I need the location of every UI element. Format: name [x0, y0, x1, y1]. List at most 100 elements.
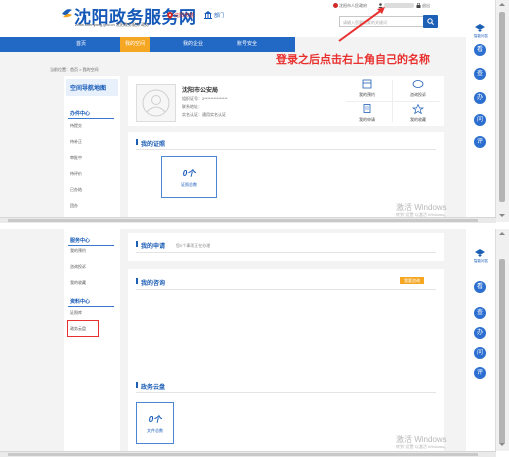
divider	[136, 392, 436, 393]
avatar	[136, 84, 176, 122]
section-marker	[136, 139, 138, 145]
rail-handle-button[interactable]: 办	[474, 327, 486, 339]
building-icon	[204, 11, 212, 19]
rail-look-button[interactable]: 看	[474, 44, 486, 56]
certificates-count: 0个	[182, 169, 196, 178]
certificates-title: 我的证照	[141, 142, 166, 148]
rail-rate-button[interactable]: 评	[474, 367, 486, 379]
ask-question-button[interactable]: 我要咨询	[400, 277, 424, 284]
cloud-disk-title: 政务云盘	[141, 385, 166, 391]
divider	[346, 101, 440, 102]
quick-my-applications[interactable]: 我的申请	[349, 117, 385, 123]
divider	[136, 149, 436, 150]
chat-bot-icon	[475, 249, 485, 257]
location-selector[interactable]: 沈阳市辖	[174, 12, 194, 19]
chat-icon	[412, 80, 424, 88]
rail-handle-button[interactable]: 办	[474, 92, 486, 104]
search-icon	[427, 18, 434, 25]
chat-bot-icon	[475, 24, 485, 32]
section-marker	[136, 278, 138, 284]
logout-link[interactable]: 退出	[422, 3, 430, 9]
bottom-screenshot-panel: 服务中心 我的预约 咨询投诉 我的收藏 资料中心 证照库 政务云盘 我的申请 您…	[0, 229, 496, 451]
quick-actions: 我的预约 咨询投诉 我的申请 我的收藏	[342, 76, 444, 126]
section-marker	[136, 241, 138, 247]
rail-ask-button[interactable]: 问	[474, 114, 486, 126]
sidebar-item-pending-correction[interactable]: 待补正	[70, 139, 82, 145]
calendar-icon	[362, 79, 372, 89]
applications-section: 我的申请 您0个事项正在办理	[128, 233, 444, 261]
breadcrumb: 当前位置：首页 > 我的空间	[50, 67, 99, 72]
main-nav: 首页 我的空间 我的企业 账号安全	[42, 37, 295, 52]
smart-qa-label[interactable]: 智能问答	[468, 34, 494, 39]
rail-rate-button[interactable]: 评	[474, 136, 486, 148]
certificates-count-label: 证照总数	[181, 182, 197, 187]
quick-my-favorites[interactable]: 我的收藏	[400, 117, 436, 123]
applications-title: 我的申请	[141, 244, 166, 250]
rail-check-button[interactable]: 查	[474, 68, 486, 80]
cloud-disk-count-card[interactable]: 0个 文件总数	[136, 402, 174, 444]
scroll-thumb[interactable]	[8, 219, 478, 222]
section-marker	[136, 382, 138, 388]
sidebar-item-pending-rating[interactable]: 待评价	[70, 171, 82, 177]
certificates-count-card[interactable]: 0个 证照总数	[161, 156, 217, 198]
divider	[136, 252, 436, 253]
org-id: 组织证号：2***************	[182, 96, 228, 101]
document-icon	[363, 104, 371, 113]
site-subtitle: zwfw.shenyang.gov.cn 沈阳政务服务 政务	[75, 22, 149, 27]
windows-watermark-sub: 转到"设置"以激活 Windows。	[396, 444, 449, 449]
highlight-box	[67, 320, 99, 337]
smart-qa-label[interactable]: 智能问答	[468, 259, 494, 264]
files-count: 0个	[148, 415, 162, 424]
sidebar-item-my-favorites[interactable]: 我的收藏	[70, 280, 86, 286]
vertical-scrollbar[interactable]	[495, 229, 509, 451]
divider	[136, 289, 436, 290]
nav-account-security[interactable]: 账号安全	[222, 37, 272, 52]
horizontal-scrollbar[interactable]	[0, 451, 496, 457]
nav-home[interactable]: 首页	[42, 37, 120, 52]
lock-icon	[416, 3, 421, 8]
sidebar-item-certificate-library[interactable]: 证照库	[70, 310, 82, 316]
sidebar-item-pending-submit[interactable]: 待提交	[70, 123, 82, 129]
search-button[interactable]	[423, 15, 438, 28]
files-count-label: 文件总数	[147, 428, 163, 433]
scroll-down-arrow[interactable]	[499, 443, 505, 446]
sidebar-item-consult-complaint[interactable]: 咨询投诉	[70, 264, 86, 270]
avatar-placeholder-icon	[142, 89, 170, 117]
horizontal-scrollbar[interactable]	[0, 217, 496, 223]
annotation-text: 登录之后点击右上角自己的名称	[276, 54, 430, 66]
scroll-thumb[interactable]	[8, 453, 478, 456]
nav-extension	[0, 37, 42, 52]
scroll-thumb[interactable]	[499, 12, 505, 202]
sidebar-item-group[interactable]: 团办	[70, 203, 78, 209]
sidebar-heading-materials: 资料中心	[70, 299, 91, 305]
star-icon	[411, 104, 425, 114]
scroll-down-arrow[interactable]	[499, 214, 505, 217]
contact-address: 联系地址：	[182, 104, 202, 109]
scroll-up-arrow[interactable]	[499, 232, 505, 235]
department-selector[interactable]: 部门	[214, 12, 224, 19]
vertical-scrollbar[interactable]	[495, 0, 509, 222]
nav-my-enterprise[interactable]: 我的企业	[168, 37, 218, 52]
nav-my-space[interactable]: 我的空间	[120, 37, 150, 52]
space-nav-map-banner[interactable]: 空间导航地图	[66, 79, 118, 96]
quick-my-appointments[interactable]: 我的预约	[349, 92, 385, 98]
quick-consult-complaint[interactable]: 咨询投诉	[400, 92, 436, 98]
profile-card: 沈阳市公安局 组织证号：2*************** 联系地址： 实名认证：…	[128, 76, 342, 126]
sidebar-item-in-review[interactable]: 审批中	[70, 155, 82, 161]
sidebar-item-completed[interactable]: 已办结	[70, 187, 82, 193]
divider	[68, 245, 114, 246]
rail-ask-button[interactable]: 问	[474, 347, 486, 359]
rail-look-button[interactable]: 看	[474, 281, 486, 293]
sidebar-item-my-appointments[interactable]: 我的预约	[70, 248, 86, 254]
rail-check-button[interactable]: 查	[474, 307, 486, 319]
applications-note: 您0个事项正在办理	[176, 243, 211, 248]
divider	[68, 118, 114, 119]
verify-status: 实名认证：通用实名认证	[182, 112, 226, 117]
sidebar-heading-service: 服务中心	[70, 238, 91, 244]
annotation-arrow	[338, 7, 385, 42]
scroll-thumb[interactable]	[499, 259, 505, 444]
site-logo-icon	[62, 9, 72, 18]
top-screenshot-panel: 沈阳政务服务网 zwfw.shenyang.gov.cn 沈阳政务服务 政务 沈…	[0, 0, 496, 222]
scroll-up-arrow[interactable]	[499, 3, 505, 6]
sidebar: 服务中心 我的预约 咨询投诉 我的收藏 资料中心 证照库 政务云盘	[64, 229, 120, 451]
